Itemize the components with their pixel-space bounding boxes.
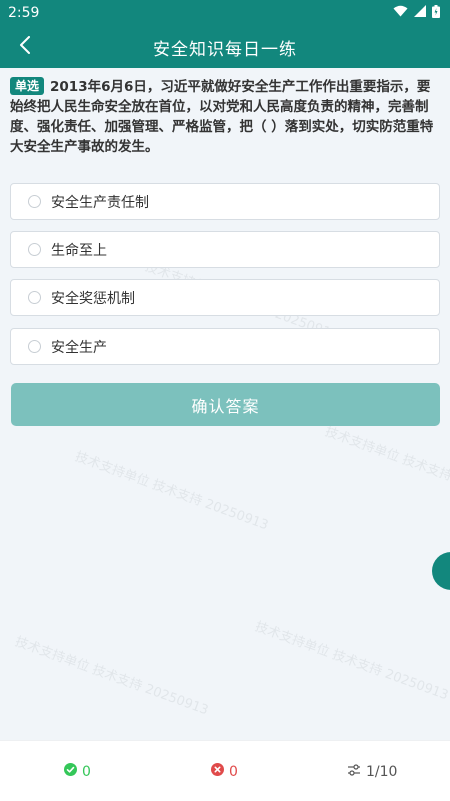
radio-icon [28, 243, 41, 256]
option-label: 安全生产 [51, 339, 107, 356]
status-bar: 2:59 [0, 0, 450, 26]
status-icons [393, 4, 440, 22]
back-button[interactable] [12, 34, 38, 60]
option-label: 安全生产责任制 [51, 194, 149, 211]
watermark: 技术支持单位 技术支持 20250913 [12, 634, 211, 719]
radio-icon [28, 340, 41, 353]
question-text: 2013年6月6日，习近平就做好安全生产工作作出重要指示，要始终把人民生命安全放… [10, 79, 434, 155]
question-type-badge: 单选 [10, 77, 45, 95]
watermark: 技术支持单位 技术支持 20250913 [322, 424, 450, 508]
option-4[interactable]: 安全生产 [10, 328, 440, 365]
back-arrow-icon [19, 36, 31, 58]
question-text-block: 单选 2013年6月6日，习近平就做好安全生产工作作出重要指示，要始终把人民生命安… [10, 77, 438, 157]
option-label: 生命至上 [51, 242, 107, 259]
option-label: 安全奖惩机制 [51, 290, 135, 307]
wrong-count: 0 [211, 763, 238, 780]
option-3[interactable]: 安全奖惩机制 [10, 279, 440, 316]
progress-value: 1/10 [366, 764, 398, 780]
page-title: 安全知识每日一练 [153, 39, 297, 60]
radio-icon [28, 291, 41, 304]
correct-count-value: 0 [82, 763, 91, 780]
status-time: 2:59 [8, 5, 40, 21]
option-1[interactable]: 安全生产责任制 [10, 183, 440, 220]
floating-action-button[interactable] [432, 552, 450, 590]
confirm-answer-button[interactable]: 确认答案 [11, 383, 440, 426]
option-2[interactable]: 生命至上 [10, 231, 440, 268]
question-progress[interactable]: 1/10 [347, 763, 397, 781]
app-bar: 安全知识每日一练 [0, 26, 450, 68]
bottom-stats-bar: 0 0 1/10 [0, 740, 450, 801]
wrong-count-value: 0 [229, 763, 238, 780]
close-circle-icon [211, 763, 224, 780]
wifi-icon [393, 5, 408, 21]
check-circle-icon [64, 763, 77, 780]
settings-sliders-icon [347, 763, 361, 781]
battery-icon [432, 4, 440, 22]
watermark: 技术支持单位 技术支持 20250913 [72, 449, 271, 534]
signal-icon [414, 5, 426, 21]
correct-count: 0 [64, 763, 91, 780]
radio-icon [28, 195, 41, 208]
watermark: 技术支持单位 技术支持 20250913 [252, 619, 450, 704]
